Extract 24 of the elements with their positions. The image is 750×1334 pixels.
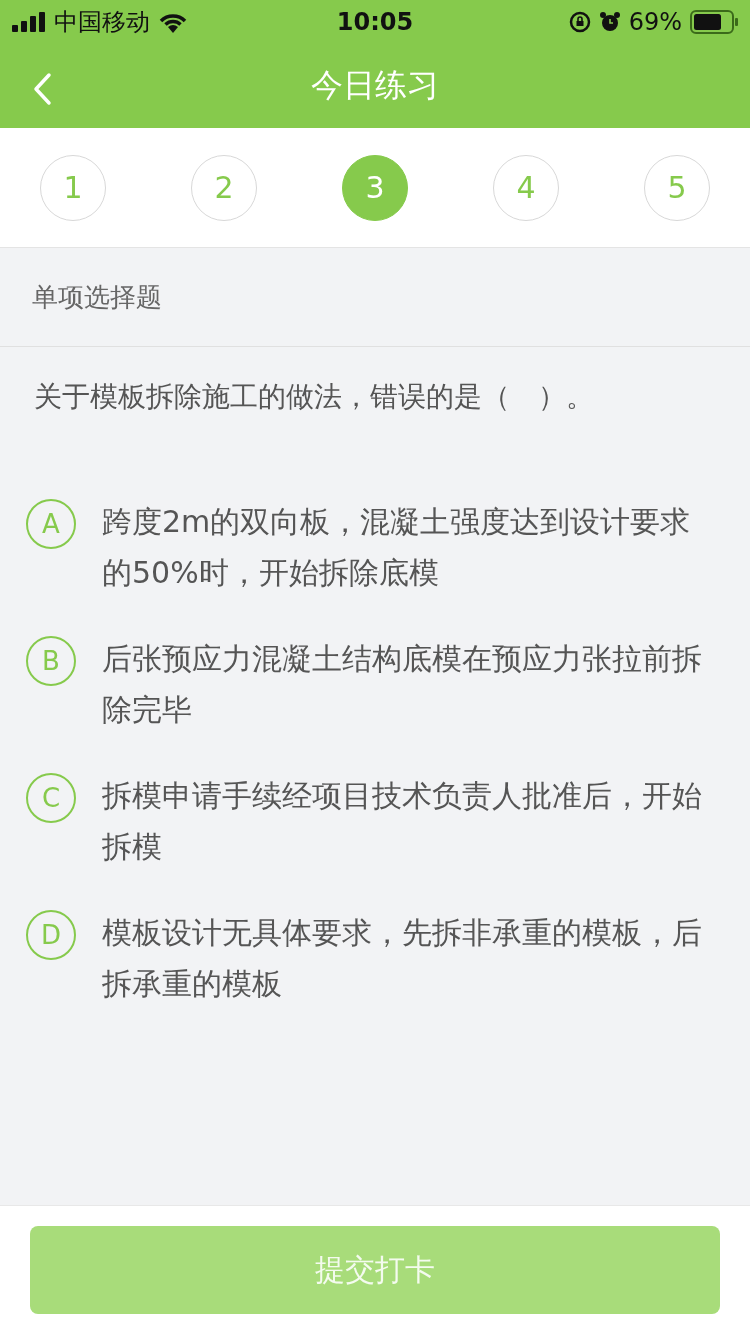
alarm-icon [598, 11, 621, 33]
clock-time: 10:05 [336, 8, 414, 36]
rotation-lock-icon [568, 11, 591, 33]
option-text[interactable]: 模板设计无具体要求，先拆非承重的模板，后拆承重的模板 [102, 907, 716, 1009]
question-type: 单项选择题 [32, 280, 162, 314]
question-text: 关于模板拆除施工的做法，错误的是（ ）。 [34, 379, 595, 415]
option-text[interactable]: 后张预应力混凝土结构底模在预应力张拉前拆除完毕 [102, 633, 716, 735]
page-title: 今日练习 [311, 65, 439, 106]
battery-icon [690, 10, 738, 34]
wifi-icon [158, 11, 188, 33]
question-number-tab[interactable]: 3 [342, 154, 408, 221]
battery-percent: 69% [628, 8, 682, 36]
carrier-name: 中国移动 [54, 7, 150, 38]
signal-icon [12, 12, 46, 32]
option-text[interactable]: 跨度2m的双向板，混凝土强度达到设计要求的50%时，开始拆除底模 [102, 496, 716, 598]
question-number-tab[interactable]: 1 [40, 154, 106, 221]
option-letter-circle[interactable]: B [26, 636, 76, 686]
option-letter-circle[interactable]: C [26, 773, 76, 823]
question-number-tab[interactable]: 5 [644, 154, 710, 221]
option-letter-circle[interactable]: D [26, 910, 76, 960]
option-text[interactable]: 拆模申请手续经项目技术负责人批准后，开始拆模 [102, 770, 716, 872]
question-number-tab[interactable]: 4 [493, 154, 559, 221]
question-number-tab[interactable]: 2 [191, 154, 257, 221]
option-letter-circle[interactable]: A [26, 499, 76, 549]
